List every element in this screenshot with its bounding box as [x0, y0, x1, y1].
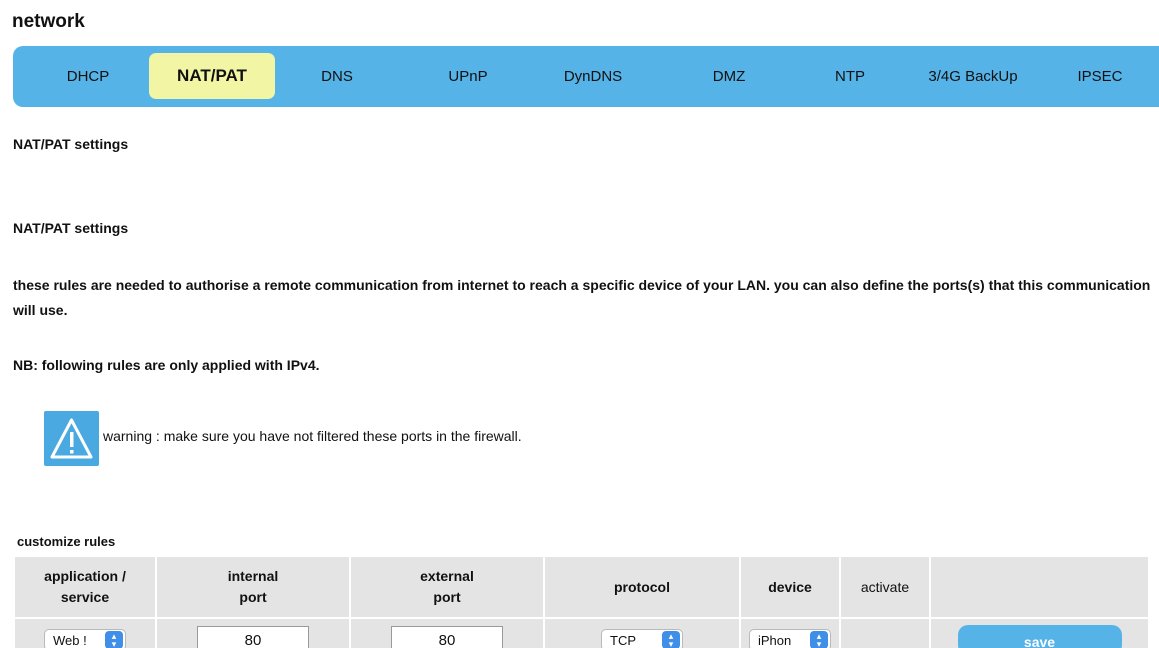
tab-3-4g-backup[interactable]: 3/4G BackUp — [913, 53, 1033, 99]
save-button[interactable]: save — [957, 625, 1122, 648]
header-external-port: external port — [349, 555, 545, 619]
firewall-warning-text: warning : make sure you have not filtere… — [103, 428, 522, 444]
cell-protocol: TCP ▴ ▾ — [543, 617, 741, 648]
rules-table: application / service internal port extern… — [13, 555, 1150, 648]
header-application: application / service — [13, 555, 157, 619]
tab-dmz[interactable]: DMZ — [699, 53, 759, 99]
tab-upnp[interactable]: UPnP — [433, 53, 503, 99]
cell-internal-port — [155, 617, 351, 648]
tab-ipsec[interactable]: IPSEC — [1065, 53, 1135, 99]
internal-port-input[interactable] — [197, 626, 309, 648]
tab-dns[interactable]: DNS — [307, 53, 367, 99]
tab-bar: DHCP NAT/PAT DNS UPnP DynDNS DMZ NTP 3/4… — [13, 46, 1159, 107]
protocol-select[interactable]: TCP ▴ ▾ — [601, 629, 683, 648]
header-actions — [929, 555, 1150, 619]
header-protocol: protocol — [543, 555, 741, 619]
section-heading: NAT/PAT settings — [13, 136, 129, 152]
cell-activate — [839, 617, 931, 648]
customize-rules-title: customize rules — [17, 534, 116, 549]
device-select[interactable]: iPhon ▴ ▾ — [749, 629, 831, 648]
cell-external-port — [349, 617, 545, 648]
chevron-up-down-icon: ▴ ▾ — [662, 631, 680, 648]
ipv4-note: NB: following rules are only applied wit… — [13, 357, 320, 373]
table-row: Web ! ▴▾ TCP ▴▾ iPhon ▴▾ save — [13, 617, 1150, 648]
warning-triangle-icon — [44, 411, 99, 466]
tab-dyndns[interactable]: DynDNS — [548, 53, 638, 99]
header-internal-port: internal port — [155, 555, 351, 619]
external-port-input[interactable] — [391, 626, 503, 648]
cell-application: Web ! ▴ ▾ — [13, 617, 157, 648]
application-select[interactable]: Web ! ▴ ▾ — [44, 629, 126, 648]
page-title: network — [12, 11, 85, 32]
chevron-up-down-icon: ▴ ▾ — [105, 631, 123, 648]
tab-ntp[interactable]: NTP — [820, 53, 880, 99]
tab-dhcp[interactable]: DHCP — [53, 53, 123, 99]
tab-nat-pat[interactable]: NAT/PAT — [149, 53, 275, 99]
cell-device: iPhon ▴ ▾ — [739, 617, 841, 648]
rules-description: these rules are needed to authorise a re… — [13, 277, 1151, 318]
header-activate: activate — [839, 555, 931, 619]
header-device: device — [739, 555, 841, 619]
cell-save: save — [929, 617, 1150, 648]
chevron-up-down-icon: ▴ ▾ — [810, 631, 828, 648]
subsection-heading: NAT/PAT settings — [13, 220, 129, 236]
table-header-row: application / service internal port extern… — [13, 555, 1150, 619]
